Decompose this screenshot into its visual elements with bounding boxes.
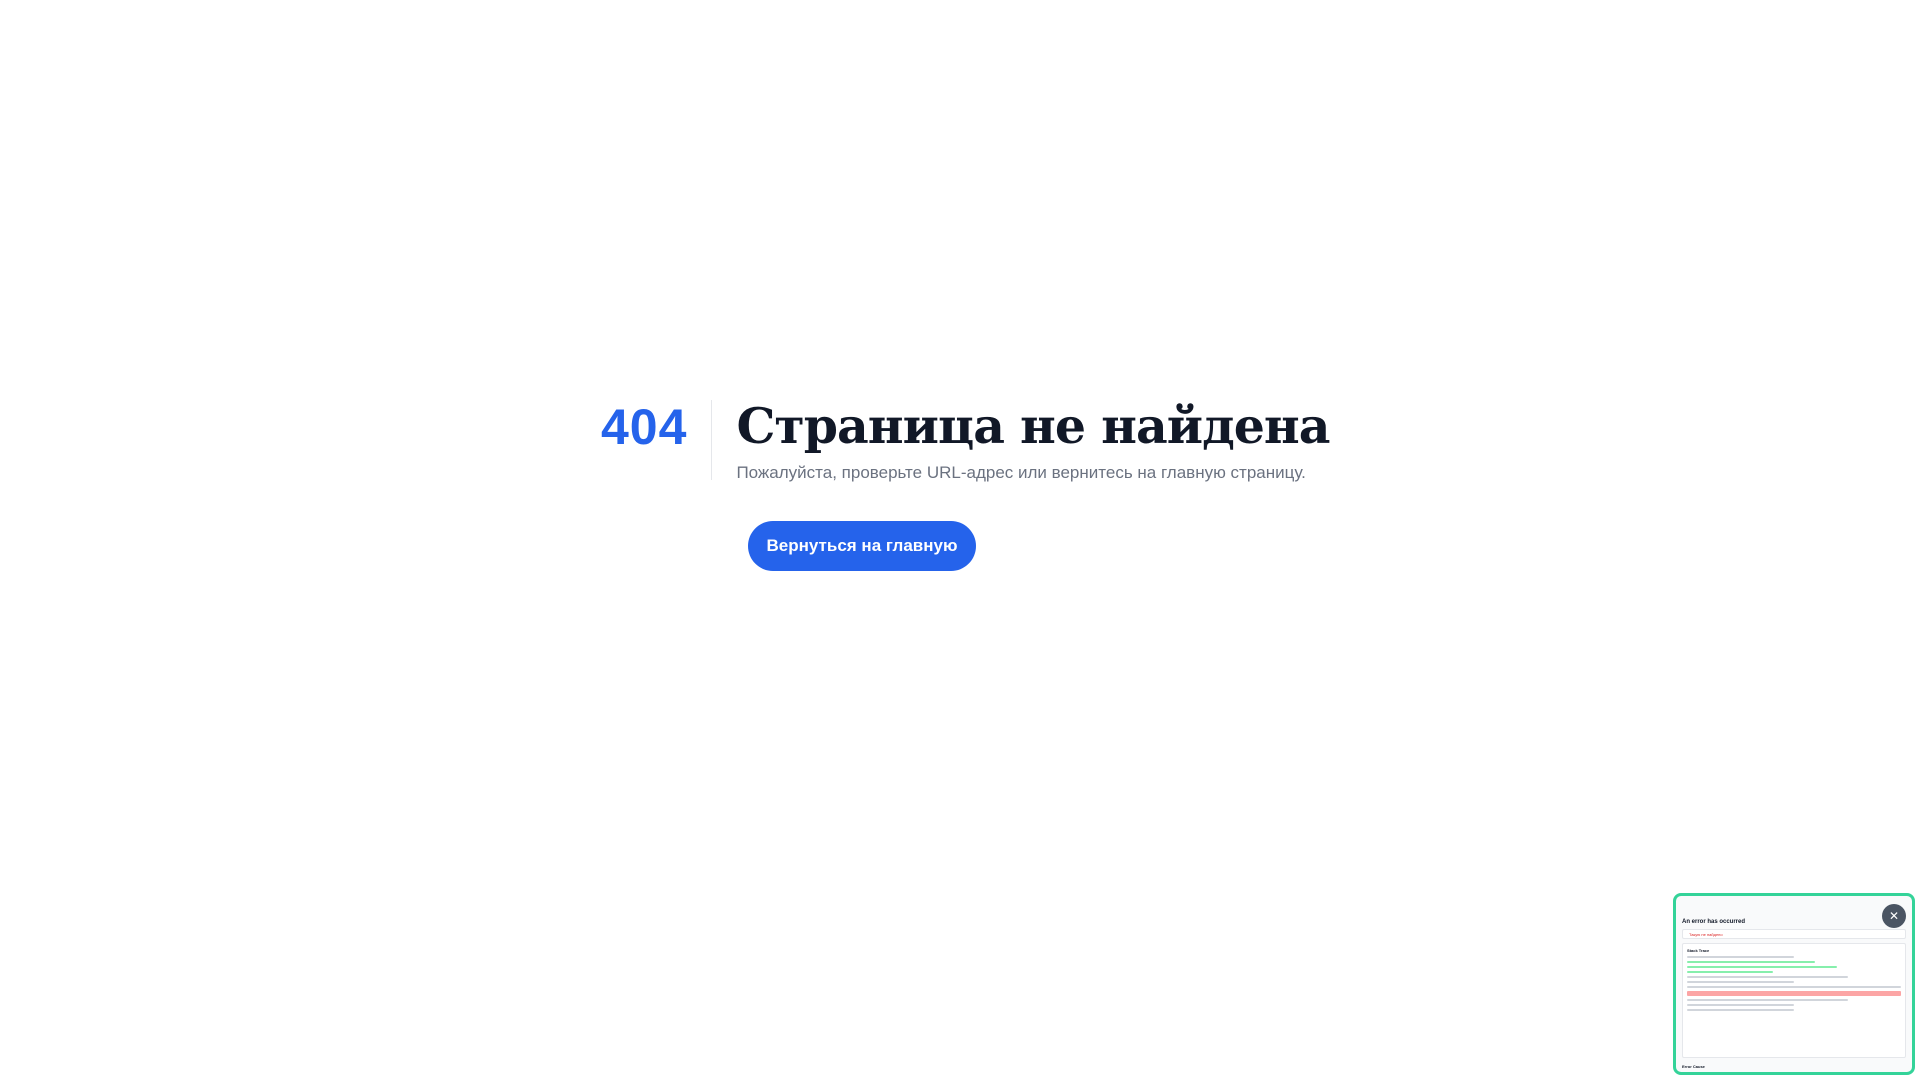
code-line-highlighted bbox=[1687, 991, 1901, 996]
code-line bbox=[1687, 1009, 1794, 1011]
overlay-tag bbox=[1682, 914, 1906, 918]
code-line bbox=[1687, 999, 1848, 1001]
vertical-divider bbox=[711, 400, 713, 480]
code-line bbox=[1687, 981, 1794, 983]
overlay-error-message: Такую не найдено bbox=[1682, 929, 1906, 939]
code-line bbox=[1687, 986, 1901, 988]
not-found-block: 404 Страница не найдена Пожалуйста, пров… bbox=[601, 397, 1331, 484]
page: 404 Страница не найдена Пожалуйста, пров… bbox=[0, 0, 1920, 1080]
overlay-heading: An error has occurred bbox=[1682, 919, 1746, 925]
stack-line bbox=[1687, 961, 1816, 963]
overlay-stack-title: Stack Trace bbox=[1687, 948, 1710, 953]
page-subtitle: Пожалуйста, проверьте URL-адрес или верн… bbox=[736, 463, 1306, 482]
error-overlay-content: An error has occurred Такую не найдено S… bbox=[1682, 914, 1906, 1072]
overlay-footer-title: Error Cause bbox=[1682, 1064, 1705, 1069]
stack-line bbox=[1687, 971, 1773, 973]
code-line bbox=[1687, 1004, 1794, 1006]
code-line bbox=[1687, 976, 1848, 978]
error-overlay-preview[interactable]: ✕ An error has occurred Такую не найдено… bbox=[1673, 893, 1915, 1075]
overlay-stack-panel: Stack Trace bbox=[1682, 943, 1906, 1058]
stack-line bbox=[1687, 966, 1837, 968]
back-home-button[interactable]: Вернуться на главную bbox=[748, 521, 976, 571]
page-title: Страница не найдена bbox=[736, 397, 1330, 455]
error-code: 404 bbox=[601, 399, 688, 455]
error-texts: Страница не найдена Пожалуйста, проверьт… bbox=[736, 397, 1330, 484]
stack-line bbox=[1687, 956, 1794, 958]
